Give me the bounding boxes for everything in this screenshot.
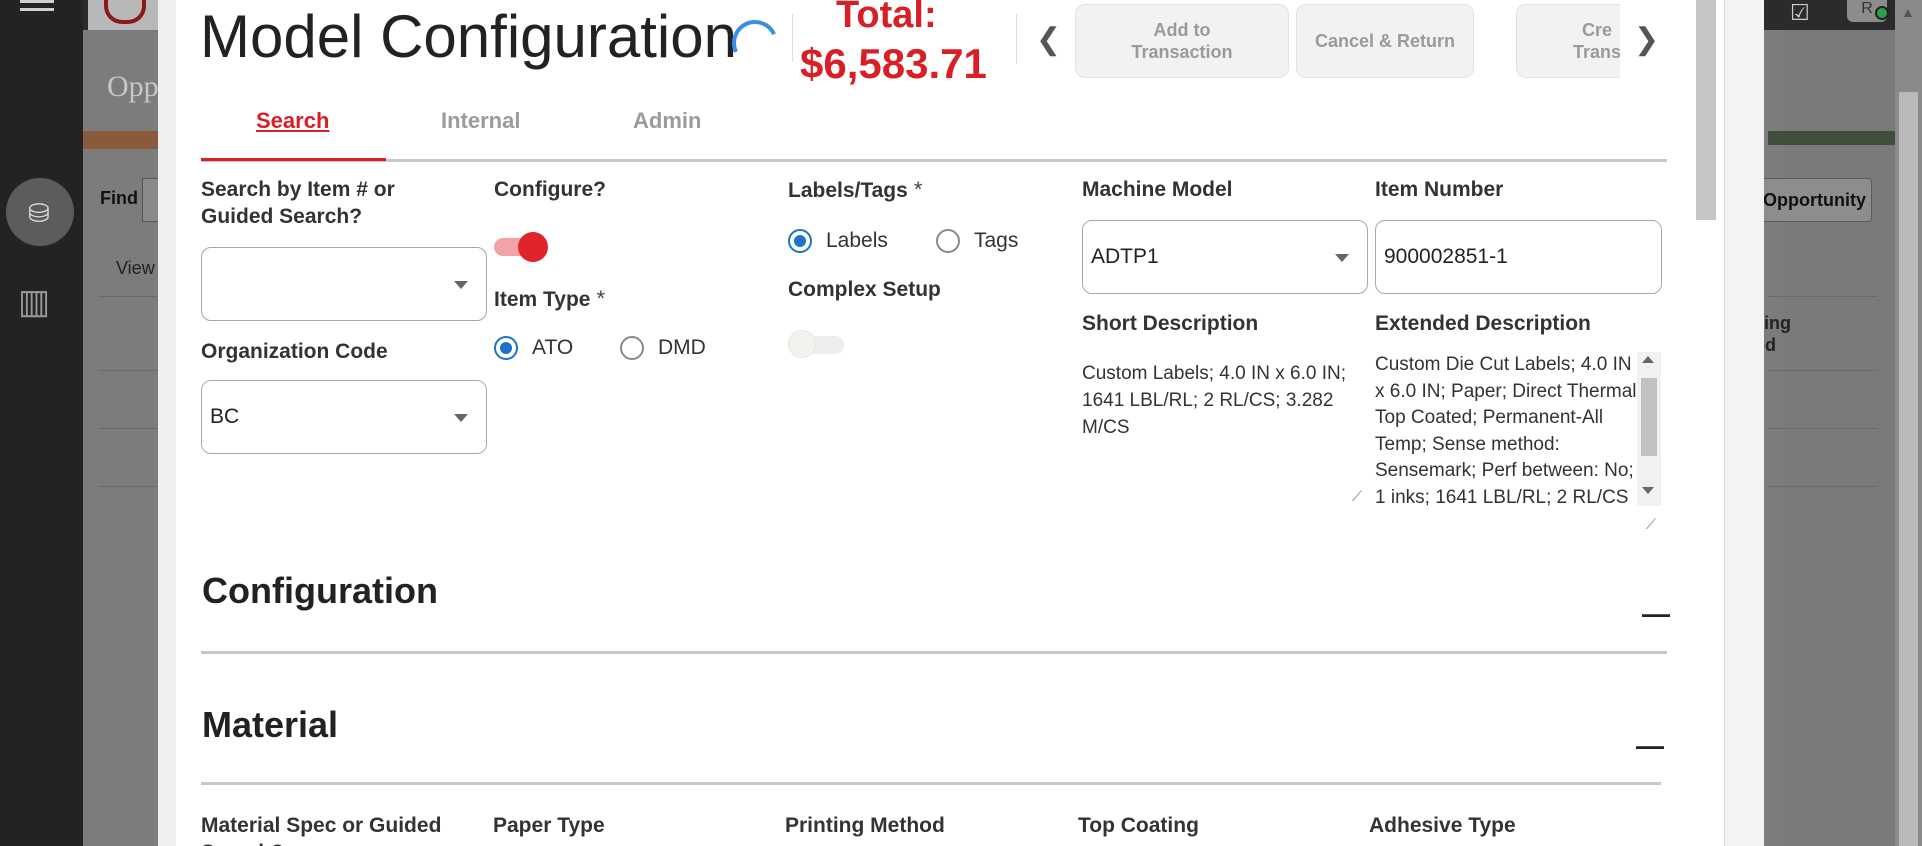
quote-icon[interactable]: ⛁ [6, 178, 74, 246]
item-type-label: Item Type * [494, 285, 605, 313]
minus-icon[interactable]: — [1636, 730, 1664, 762]
configuration-section-title[interactable]: Configuration [202, 570, 438, 612]
material-spec-label: Material Spec or Guided Search? [201, 814, 442, 846]
short-description-label: Short Description [1082, 312, 1259, 335]
modal-scrollbar-thumb[interactable] [1696, 0, 1716, 220]
item-number-field[interactable]: 900002851-1 [1375, 220, 1662, 294]
item-type-ato-label[interactable]: ATO [532, 336, 573, 360]
required-marker: * [596, 286, 606, 311]
item-type-ato-radio[interactable] [494, 336, 518, 360]
page-scrollbar-thumb[interactable] [1899, 92, 1918, 846]
paper-type-label: Paper Type [493, 814, 605, 837]
organization-code-select[interactable]: BC [201, 380, 487, 454]
chart-icon[interactable]: ▥ [18, 282, 50, 322]
item-type-label-text: Item Type [494, 288, 591, 311]
complex-setup-label: Complex Setup [788, 278, 941, 301]
hamburger-icon[interactable] [20, 0, 54, 14]
organization-code-value: BC [210, 405, 240, 428]
tab-search[interactable]: Search [256, 108, 329, 134]
item-number-label: Item Number [1375, 178, 1504, 201]
section-divider [201, 651, 1667, 654]
left-rail [0, 0, 83, 846]
tags-radio[interactable] [936, 229, 960, 253]
tab-admin[interactable]: Admin [633, 108, 701, 134]
view-label[interactable]: View [116, 258, 155, 279]
short-description-text[interactable]: Custom Labels; 4.0 IN x 6.0 IN; 1641 LBL… [1082, 360, 1367, 441]
search-by-select[interactable] [201, 247, 487, 321]
divider [1016, 14, 1017, 64]
divider [1768, 486, 1878, 487]
textarea-scrollbar[interactable] [1637, 352, 1661, 506]
scroll-down-icon[interactable] [1642, 487, 1654, 494]
page-title: Model Configuration [200, 3, 737, 70]
divider [98, 428, 158, 429]
organization-code-label: Organization Code [201, 340, 388, 363]
labels-tags-label-text: Labels/Tags [788, 179, 908, 202]
divider [1768, 296, 1878, 297]
divider [792, 14, 793, 62]
total-label: Total: [836, 0, 937, 36]
extended-description-textarea[interactable]: Custom Die Cut Labels; 4.0 IN x 6.0 IN; … [1375, 352, 1663, 532]
caret-down-icon [454, 281, 468, 289]
total-value: $6,583.71 [800, 40, 987, 87]
configure-label: Configure? [494, 178, 606, 201]
banner-image [83, 131, 158, 149]
tags-radio-label[interactable]: Tags [974, 229, 1018, 253]
divider [98, 296, 158, 297]
extended-description-label: Extended Description [1375, 312, 1591, 335]
chevron-right-icon[interactable]: ❯ [1634, 22, 1659, 57]
status-dot [1875, 6, 1889, 20]
task-check-icon[interactable]: ☑ [1790, 0, 1810, 26]
item-type-dmd-radio[interactable] [620, 336, 644, 360]
adhesive-type-label: Adhesive Type [1369, 814, 1516, 837]
create-transaction-button[interactable]: Cre Trans [1516, 4, 1620, 78]
top-coating-label: Top Coating [1078, 814, 1199, 837]
search-by-label: Search by Item # or Guided Search? [201, 178, 395, 228]
logo [88, 0, 158, 30]
find-label: Find [100, 188, 138, 208]
cancel-return-button[interactable]: Cancel & Return [1296, 4, 1474, 78]
caret-down-icon [1335, 254, 1349, 262]
add-to-transaction-button[interactable]: Add to Transaction [1075, 4, 1289, 78]
item-type-dmd-label[interactable]: DMD [658, 336, 706, 360]
tab-internal[interactable]: Internal [441, 108, 520, 134]
minus-icon[interactable]: — [1642, 598, 1670, 630]
toggle-knob [518, 232, 548, 262]
scroll-up-icon[interactable] [1642, 356, 1654, 363]
configure-toggle[interactable] [494, 232, 550, 262]
opportunity-button[interactable]: Opportunity [1758, 178, 1872, 222]
background-page-title: Opp [107, 70, 159, 103]
complex-setup-toggle[interactable] [788, 330, 848, 358]
active-tab-indicator [201, 158, 386, 161]
labels-tags-label: Labels/Tags * [788, 176, 922, 204]
divider [98, 370, 158, 371]
chevron-left-icon[interactable]: ❮ [1036, 22, 1061, 57]
divider [1768, 428, 1878, 429]
resize-handle-icon[interactable]: ⟋ [1646, 516, 1656, 533]
section-divider [201, 782, 1661, 785]
machine-model-value: ADTP1 [1091, 245, 1159, 268]
caret-down-icon [454, 414, 468, 422]
resize-handle-icon[interactable]: ⟋ [1352, 488, 1362, 505]
machine-model-select[interactable]: ADTP1 [1082, 220, 1368, 294]
tab-bar: Search Internal Admin [201, 100, 1667, 162]
divider [98, 486, 158, 487]
extended-description-text: Custom Die Cut Labels; 4.0 IN x 6.0 IN; … [1375, 354, 1642, 508]
labels-radio[interactable] [788, 229, 812, 253]
printing-method-label: Printing Method [785, 814, 945, 837]
toggle-knob [788, 330, 816, 358]
labels-radio-label[interactable]: Labels [826, 229, 888, 253]
material-section-title[interactable]: Material [202, 704, 338, 746]
textarea-scrollbar-thumb[interactable] [1641, 378, 1657, 456]
machine-model-label: Machine Model [1082, 178, 1233, 201]
divider [1768, 370, 1878, 371]
scroll-up-icon[interactable]: ▲ [1901, 4, 1915, 20]
modal-scrollbar-track[interactable] [1724, 0, 1764, 846]
required-marker: * [913, 177, 923, 202]
